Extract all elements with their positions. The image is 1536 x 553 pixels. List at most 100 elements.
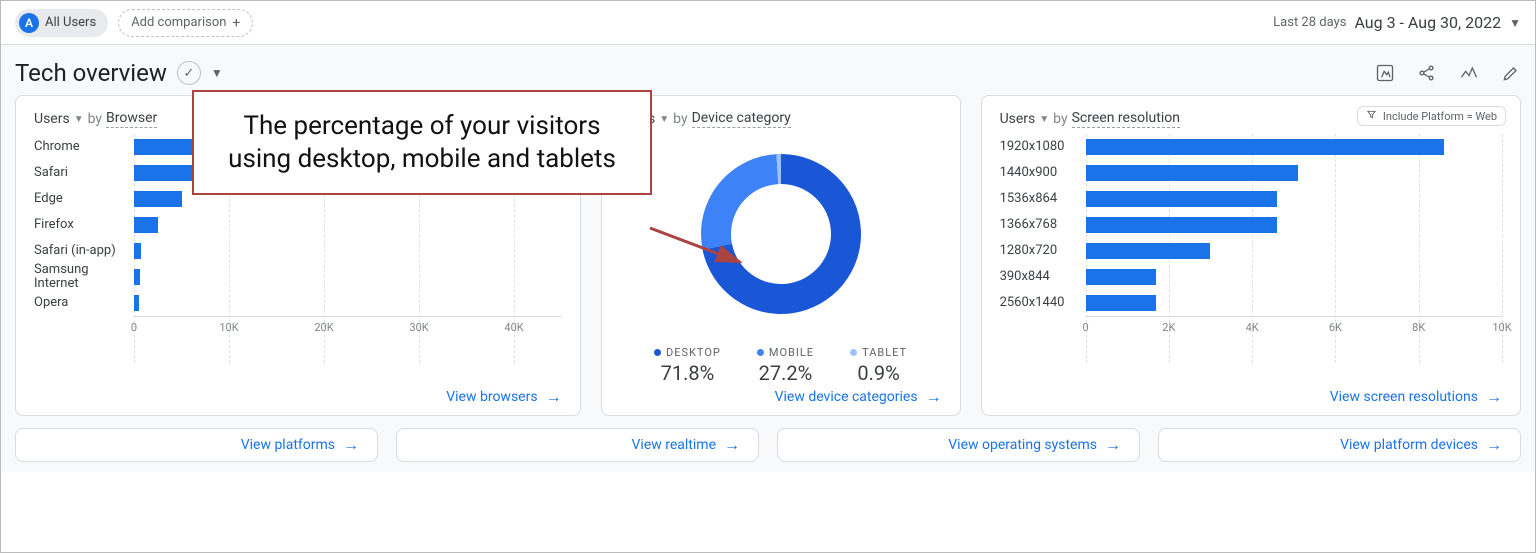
add-comparison-button[interactable]: Add comparison + [118, 9, 253, 37]
axis-tick: 4K [1246, 317, 1259, 334]
bar-row[interactable]: 1366x768 [1000, 212, 1502, 238]
bar-row[interactable]: Samsung Internet [34, 264, 562, 290]
legend-label: DESKTOP [666, 346, 721, 359]
bar-row[interactable]: Opera [34, 290, 562, 316]
view-link-label: View browsers [446, 389, 537, 405]
view-device-categories-link[interactable]: View device categories → [775, 389, 942, 405]
dimension-label: Device category [692, 110, 791, 128]
view-platforms-link[interactable]: View platforms → [241, 437, 359, 453]
axis-tick: 2K [1162, 317, 1175, 334]
page-header: Tech overview ✓ ▼ [1, 45, 1535, 95]
axis-tick: 8K [1412, 317, 1425, 334]
date-range-picker[interactable]: Last 28 days Aug 3 - Aug 30, 2022 ▼ [1273, 13, 1521, 32]
axis-tick: 10K [219, 317, 238, 334]
axis-tick: 10K [1492, 317, 1511, 334]
axis-tick: 20K [314, 317, 333, 334]
bar-row[interactable]: 2560x1440 [1000, 290, 1502, 316]
bar-label: 1366x768 [1000, 218, 1086, 232]
by-label: by [673, 111, 687, 127]
add-comparison-label: Add comparison [131, 15, 226, 30]
bar-label: 1440x900 [1000, 166, 1086, 180]
chevron-down-icon: ▼ [74, 114, 84, 125]
bar-row[interactable]: 390x844 [1000, 264, 1502, 290]
axis-tick: 30K [409, 317, 428, 334]
view-link-label: View platforms [241, 437, 335, 453]
plus-icon: + [232, 15, 240, 31]
card-resolution: Include Platform = Web Users ▼ by Screen… [981, 95, 1521, 416]
page-title-text: Tech overview [15, 59, 167, 87]
filter-bar: A All Users Add comparison + Last 28 day… [1, 1, 1535, 45]
bar-label: Opera [34, 296, 134, 310]
dimension-label: Screen resolution [1072, 110, 1180, 128]
annotation-arrow-icon [650, 228, 770, 282]
view-link-label: View platform devices [1340, 437, 1478, 453]
view-platform-devices-link[interactable]: View platform devices → [1340, 437, 1502, 453]
view-browsers-link[interactable]: View browsers → [446, 389, 561, 405]
date-range-label: Aug 3 - Aug 30, 2022 [1354, 13, 1501, 32]
bar-label: 1920x1080 [1000, 140, 1086, 154]
legend-value: 0.9% [850, 361, 907, 385]
card-realtime: View realtime → [396, 428, 759, 462]
bar-label: Chrome [34, 140, 134, 154]
resolution-bar-chart: 1920x1080 1440x900 1536x864 1366x768 1280x72… [1000, 134, 1502, 385]
bar-row[interactable]: 1536x864 [1000, 186, 1502, 212]
share-icon[interactable] [1417, 63, 1437, 83]
edit-icon[interactable] [1501, 63, 1521, 83]
by-label: by [88, 111, 102, 127]
card-operating-systems: View operating systems → [777, 428, 1140, 462]
insights-icon[interactable] [1459, 63, 1479, 83]
legend-item[interactable]: DESKTOP 71.8% [654, 346, 721, 385]
bar-label: 390x844 [1000, 270, 1086, 284]
view-screen-resolutions-link[interactable]: View screen resolutions → [1330, 389, 1502, 405]
insights-badge-icon[interactable]: ✓ [177, 61, 201, 85]
bar-label: Edge [34, 192, 134, 206]
bar-row[interactable]: Firefox [34, 212, 562, 238]
dimension-label: Browser [106, 110, 157, 128]
bar-row[interactable]: 1440x900 [1000, 160, 1502, 186]
legend-item[interactable]: MOBILE27.2% [757, 346, 814, 385]
axis-tick: 6K [1329, 317, 1342, 334]
date-info-label: Last 28 days [1273, 15, 1346, 30]
legend-value: 71.8% [654, 361, 721, 385]
bar-label: Safari [34, 166, 134, 180]
legend-dot-icon [654, 349, 661, 356]
bar-label: Safari (in-app) [34, 244, 134, 258]
bar-label: 1536x864 [1000, 192, 1086, 206]
card-device-title[interactable]: Users ▼ by Device category [620, 110, 942, 128]
view-link-label: View operating systems [948, 437, 1097, 453]
segment-chip-letter: A [19, 13, 39, 33]
segment-chip-label: All Users [45, 15, 96, 30]
bar-row[interactable]: 1280x720 [1000, 238, 1502, 264]
bar-label: 1280x720 [1000, 244, 1086, 258]
include-chip-label: Include Platform = Web [1383, 110, 1497, 123]
view-link-label: View screen resolutions [1330, 389, 1478, 405]
segment-chip-all-users[interactable]: A All Users [15, 9, 108, 37]
by-label: by [1053, 111, 1067, 127]
axis-tick: 0 [131, 317, 137, 334]
chevron-down-icon: ▼ [1039, 114, 1049, 125]
chevron-down-icon: ▼ [1509, 16, 1521, 30]
annotation-text: The percentage of your visitors using de… [228, 111, 616, 174]
legend-dot-icon [850, 349, 857, 356]
bar-label: Firefox [34, 218, 134, 232]
card-platform-devices: View platform devices → [1158, 428, 1521, 462]
view-realtime-link[interactable]: View realtime → [632, 437, 740, 453]
card-platforms: View platforms → [15, 428, 378, 462]
bar-row[interactable]: 1920x1080 [1000, 134, 1502, 160]
metric-label: Users [1000, 111, 1036, 127]
include-filter-chip[interactable]: Include Platform = Web [1357, 106, 1506, 126]
view-link-label: View realtime [632, 437, 716, 453]
legend-item[interactable]: TABLET0.9% [850, 346, 907, 385]
axis-tick: 40K [504, 317, 523, 334]
bar-label: Samsung Internet [34, 263, 134, 292]
chevron-down-icon[interactable]: ▼ [211, 66, 223, 80]
bar-label: 2560x1440 [1000, 296, 1086, 310]
bar-row[interactable]: Safari (in-app) [34, 238, 562, 264]
page-title: Tech overview ✓ ▼ [15, 59, 223, 87]
filter-icon [1366, 109, 1377, 123]
customize-report-icon[interactable] [1375, 63, 1395, 83]
bottom-cards-row: View platforms → View realtime → View op… [1, 422, 1535, 472]
metric-label: Users [34, 111, 70, 127]
legend-label: MOBILE [769, 346, 814, 359]
view-operating-systems-link[interactable]: View operating systems → [948, 437, 1121, 453]
